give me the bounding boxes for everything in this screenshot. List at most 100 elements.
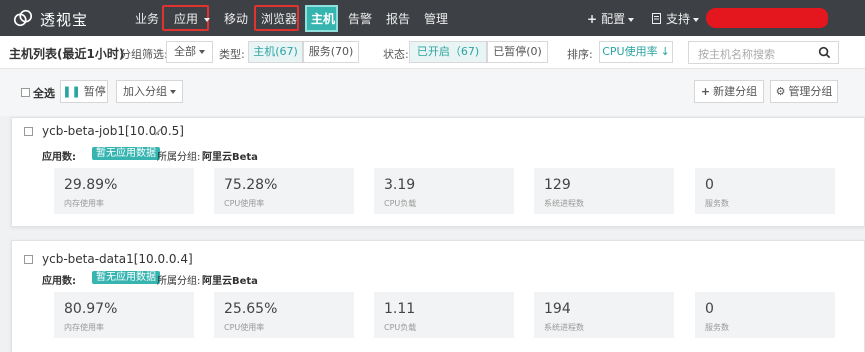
stat-label: 服务数 xyxy=(705,323,729,332)
filter-bar: 主机列表(最近1小时) 分组筛选: 全部 类型: 主机(67) 服务(70) 状… xyxy=(0,36,865,69)
stat-memory-usage: 29.89% 内存使用率 xyxy=(54,168,194,214)
stat-value: 3.19 xyxy=(384,177,416,193)
group-value: 阿里云Beta xyxy=(202,276,258,287)
gear-icon: ⚙ xyxy=(775,85,786,98)
search-icon[interactable] xyxy=(818,46,831,59)
sort-label: 排序: xyxy=(567,48,593,61)
stat-value: 75.28% xyxy=(224,177,278,193)
stat-value: 0 xyxy=(705,177,714,193)
config-label: 配置 xyxy=(601,12,626,26)
cloud-logo-icon xyxy=(13,9,33,27)
type-services-tab[interactable]: 服务(70) xyxy=(303,41,359,63)
stat-process-count: 194 系统进程数 xyxy=(534,292,674,338)
stat-label: 系统进程数 xyxy=(544,323,584,332)
add-group-label: 加入分组 xyxy=(123,85,167,98)
no-app-data-badge: 暂无应用数据 xyxy=(92,147,160,160)
manage-group-button[interactable]: ⚙ 管理分组 xyxy=(770,80,838,103)
plus-icon: + xyxy=(700,85,711,98)
stat-value: 80.97% xyxy=(64,301,118,317)
pause-icon: ❚❚ xyxy=(62,85,81,98)
nav-apps[interactable]: 应用 xyxy=(174,10,211,27)
sort-dropdown[interactable]: CPU使用率 ↓ xyxy=(599,41,673,63)
host-card[interactable]: ycb-beta-job1[10.0.0.5] 应用数: 暂无应用数据 所属分组… xyxy=(11,117,865,227)
stat-value: 129 xyxy=(544,177,571,193)
status-enabled-tab[interactable]: 已开启（67) xyxy=(409,41,487,63)
chevron-down-icon xyxy=(170,90,176,94)
nav-reports[interactable]: 报告 xyxy=(386,10,410,27)
stat-value: 0 xyxy=(705,301,714,317)
group-value: 阿里云Beta xyxy=(202,152,258,163)
host-search-input[interactable]: 按主机名称搜索 xyxy=(688,41,839,64)
nav-alerts[interactable]: 告警 xyxy=(348,10,372,27)
stat-process-count: 129 系统进程数 xyxy=(534,168,674,214)
apps-count-label: 应用数: xyxy=(42,276,76,287)
stat-value: 1.11 xyxy=(384,301,416,317)
pause-button[interactable]: ❚❚ 暂停 xyxy=(60,80,108,103)
plus-icon: + xyxy=(587,12,598,26)
chevron-down-icon xyxy=(693,17,700,22)
host-toolbar: 全选 ❚❚ 暂停 加入分组 + 新建分组 ⚙ 管理分组 xyxy=(0,69,865,116)
pencil-icon[interactable] xyxy=(154,128,162,136)
nav-browser[interactable]: 浏览器 xyxy=(261,10,297,27)
nav-mobile[interactable]: 移动 xyxy=(224,10,248,27)
stat-label: CPU使用率 xyxy=(224,323,265,332)
arrow-down-icon: ↓ xyxy=(660,45,670,58)
stat-label: CPU负载 xyxy=(384,199,417,208)
support-menu[interactable]: 支持 xyxy=(652,10,700,27)
host-checkbox[interactable] xyxy=(24,127,33,136)
nav-hosts[interactable]: 主机 xyxy=(311,10,335,27)
brand-name[interactable]: 透视宝 xyxy=(40,9,88,30)
stat-label: 服务数 xyxy=(705,199,729,208)
sort-value: CPU使用率 xyxy=(602,45,658,58)
host-name[interactable]: ycb-beta-job1[10.0.0.5] xyxy=(42,124,184,138)
apps-count-label: 应用数: xyxy=(42,152,76,163)
group-filter-value: 全部 xyxy=(174,45,196,58)
group-filter-dropdown[interactable]: 全部 xyxy=(166,41,213,63)
stat-label: 内存使用率 xyxy=(64,199,104,208)
config-menu[interactable]: + 配置 xyxy=(587,10,635,27)
host-name[interactable]: ycb-beta-data1[10.0.0.4] xyxy=(42,252,193,266)
select-all-checkbox[interactable] xyxy=(21,88,30,97)
stat-cpu-usage: 25.65% CPU使用率 xyxy=(214,292,354,338)
stat-value: 29.89% xyxy=(64,177,118,193)
no-app-data-badge: 暂无应用数据 xyxy=(92,271,160,284)
new-group-button[interactable]: + 新建分组 xyxy=(694,80,764,103)
type-hosts-tab[interactable]: 主机(67) xyxy=(248,41,303,63)
host-list-title: 主机列表(最近1小时) xyxy=(9,47,125,61)
group-filter-label: 分组筛选: xyxy=(120,48,168,61)
stat-value: 194 xyxy=(544,301,571,317)
stat-cpu-usage: 75.28% CPU使用率 xyxy=(214,168,354,214)
stat-cpu-load: 1.11 CPU负载 xyxy=(374,292,514,338)
select-all-label[interactable]: 全选 xyxy=(33,85,55,101)
nav-business[interactable]: 业务 xyxy=(135,10,159,27)
status-label: 状态: xyxy=(383,48,409,61)
add-to-group-button[interactable]: 加入分组 xyxy=(116,80,183,103)
search-placeholder: 按主机名称搜索 xyxy=(698,48,775,61)
type-label: 类型: xyxy=(219,48,245,61)
top-navbar: 透视宝 业务 应用 移动 浏览器 主机 告警 报告 管理 + 配置 支持 xyxy=(0,0,865,36)
stat-service-count: 0 服务数 xyxy=(695,168,835,214)
support-label: 支持 xyxy=(666,12,691,26)
chevron-down-icon xyxy=(628,17,635,22)
host-checkbox[interactable] xyxy=(24,255,33,264)
host-card[interactable]: ycb-beta-data1[10.0.0.4] 应用数: 暂无应用数据 所属分… xyxy=(11,240,865,352)
manage-group-label: 管理分组 xyxy=(788,85,833,98)
stat-label: 内存使用率 xyxy=(64,323,104,332)
stat-label: CPU使用率 xyxy=(224,199,265,208)
stat-label: CPU负载 xyxy=(384,323,417,332)
nav-admin[interactable]: 管理 xyxy=(424,10,448,27)
stat-value: 25.65% xyxy=(224,301,278,317)
chevron-down-icon xyxy=(199,50,205,54)
group-label: 所属分组: xyxy=(157,276,201,287)
stat-label: 系统进程数 xyxy=(544,199,584,208)
nav-apps-label: 应用 xyxy=(174,12,199,26)
stat-service-count: 0 服务数 xyxy=(695,292,835,338)
chevron-down-icon xyxy=(204,17,211,22)
pause-label: 暂停 xyxy=(83,85,106,98)
status-paused-tab[interactable]: 已暂停(0) xyxy=(487,41,548,63)
document-icon xyxy=(652,13,661,24)
redacted-user-area xyxy=(706,8,828,28)
group-label: 所属分组: xyxy=(157,152,201,163)
new-group-label: 新建分组 xyxy=(713,85,758,98)
stat-cpu-load: 3.19 CPU负载 xyxy=(374,168,514,214)
